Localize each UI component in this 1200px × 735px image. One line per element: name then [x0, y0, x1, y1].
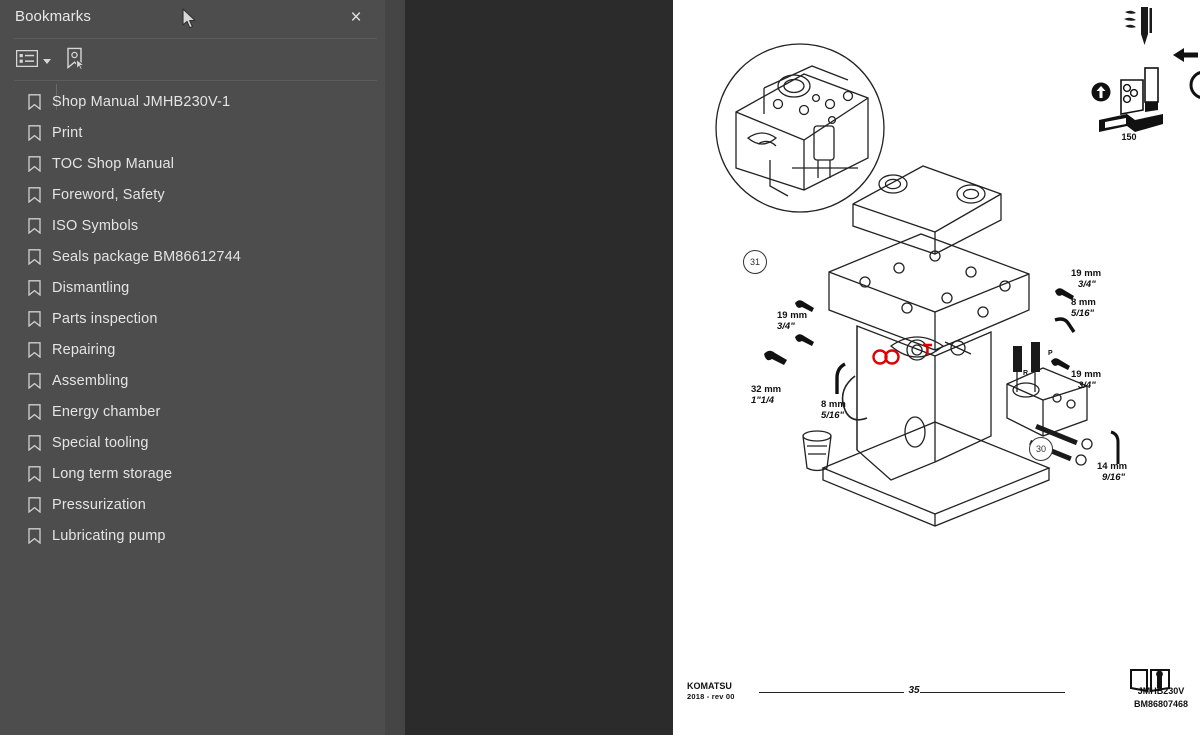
panel-title: Bookmarks	[15, 8, 91, 25]
bookmark-options-button[interactable]	[15, 48, 51, 74]
chevron-down-icon	[43, 58, 51, 64]
bookmark-ribbon-icon	[28, 372, 41, 389]
pdf-page: 150 P R 31 30 19 mm 3/4" 32 mm 1"1/4 8 m…	[673, 0, 1200, 735]
footer-brand: KOMATSU 2018 - rev 00	[687, 681, 735, 702]
bookmark-ribbon-icon	[28, 248, 41, 265]
callout-14mm: 14 mm 9/16"	[1097, 461, 1128, 483]
bookmark-item-label: Shop Manual JMHB230V-1	[52, 93, 231, 110]
bookmark-item-label: Repairing	[52, 341, 116, 358]
bookmark-list: Shop Manual JMHB230V-1 Print TOC Shop Manu…	[0, 86, 385, 551]
pictogram-value: 150	[1121, 132, 1137, 142]
bookmark-item[interactable]: Shop Manual JMHB230V-1	[0, 86, 385, 117]
bookmark-ribbon-icon	[28, 310, 41, 327]
balloon-marker: 30	[1029, 437, 1053, 461]
bookmarks-toolbar	[0, 40, 385, 110]
bookmarks-panel: Bookmarks × Shop Manual JMHB230V-1 Print…	[0, 0, 385, 735]
bookmark-ribbon-icon	[28, 465, 41, 482]
page-footer: KOMATSU 2018 - rev 00 35 JMHB230V BM8680…	[673, 669, 1200, 717]
swivel-symbol-icon	[1171, 42, 1200, 109]
callout-19mm-upper-right: 19 mm 3/4"	[1071, 268, 1102, 290]
new-bookmark-icon	[64, 47, 86, 76]
highlight-marker	[871, 348, 905, 371]
footer-rule-left	[759, 692, 904, 693]
bookmark-item-label: Long term storage	[52, 465, 173, 482]
footer-revision: 2018 - rev 00	[687, 692, 735, 702]
panel-splitter[interactable]	[385, 0, 784, 735]
bookmark-item[interactable]: Seals package BM86612744	[0, 241, 385, 272]
allen-key-icon	[831, 362, 853, 401]
bookmark-item[interactable]: TOC Shop Manual	[0, 148, 385, 179]
bookmark-ribbon-icon	[28, 279, 41, 296]
wrench-icon	[791, 332, 817, 359]
bookmark-item-label: Energy chamber	[52, 403, 161, 420]
bookmark-item-label: Pressurization	[52, 496, 146, 513]
bookmark-item-label: ISO Symbols	[52, 217, 139, 234]
bookmark-item[interactable]: Dismantling	[0, 272, 385, 303]
bookmark-item[interactable]: Foreword, Safety	[0, 179, 385, 210]
footer-rule-right	[920, 692, 1065, 693]
bookmark-item-label: Special tooling	[52, 434, 149, 451]
bookmark-ribbon-icon	[28, 93, 41, 110]
bookmark-ribbon-icon	[28, 155, 41, 172]
port-label-p: P	[1048, 350, 1053, 357]
bookmark-item[interactable]: Parts inspection	[0, 303, 385, 334]
document-viewer[interactable]: 150 P R 31 30 19 mm 3/4" 32 mm 1"1/4 8 m…	[405, 0, 1200, 735]
header-divider	[14, 38, 377, 39]
callout-32mm: 32 mm 1"1/4	[751, 384, 782, 406]
page-number: 35	[908, 685, 920, 696]
bookmark-ribbon-icon	[28, 186, 41, 203]
bookmark-item-label: Print	[52, 124, 83, 141]
chisel-icon	[1121, 4, 1161, 53]
bookmark-item[interactable]: Energy chamber	[0, 396, 385, 427]
bookmark-ribbon-icon	[28, 124, 41, 141]
callout-8mm-left: 8 mm 5/16"	[821, 399, 846, 421]
bookmark-item[interactable]: ISO Symbols	[0, 210, 385, 241]
bookmark-item[interactable]: Long term storage	[0, 458, 385, 489]
bookmark-ribbon-icon	[28, 341, 41, 358]
bookmark-item[interactable]: Assembling	[0, 365, 385, 396]
callout-19mm-left: 19 mm 3/4"	[777, 310, 808, 332]
bookmark-ribbon-icon	[28, 434, 41, 451]
balloon-marker: 31	[743, 250, 767, 274]
wrench-icon	[759, 348, 789, 377]
pdf-viewer-window: Bookmarks × Shop Manual JMHB230V-1 Print…	[0, 0, 1200, 735]
bookmark-item[interactable]: Special tooling	[0, 427, 385, 458]
port-label-r: R	[1023, 370, 1029, 377]
bookmark-item-label: TOC Shop Manual	[52, 155, 175, 172]
mouse-cursor	[182, 8, 198, 30]
bookmark-item-label: Assembling	[52, 372, 129, 389]
new-bookmark-button[interactable]	[64, 47, 86, 76]
wrench-icon	[1047, 356, 1073, 383]
bookmark-item-label: Parts inspection	[52, 310, 158, 327]
bookmark-item[interactable]: Repairing	[0, 334, 385, 365]
bookmark-ribbon-icon	[28, 217, 41, 234]
bookmark-ribbon-icon	[28, 496, 41, 513]
bookmark-item-label: Seals package BM86612744	[52, 248, 242, 265]
bookmark-item[interactable]: Lubricating pump	[0, 520, 385, 551]
close-icon[interactable]: ×	[343, 5, 369, 31]
bookmark-item-label: Dismantling	[52, 279, 130, 296]
bookmark-item-label: Foreword, Safety	[52, 186, 165, 203]
list-options-icon	[15, 49, 39, 72]
bookmark-item[interactable]: Print	[0, 117, 385, 148]
highlight-marker	[921, 342, 935, 363]
toolbar-divider	[14, 80, 377, 81]
bookmark-ribbon-icon	[28, 403, 41, 420]
bookmark-item-label: Lubricating pump	[52, 527, 166, 544]
footer-model-block: JMHB230V BM86807468	[1133, 686, 1188, 709]
bookmark-ribbon-icon	[28, 527, 41, 544]
callout-19mm-lower-right: 19 mm 3/4"	[1071, 369, 1102, 391]
callout-8mm-right: 8 mm 5/16"	[1071, 297, 1096, 319]
bookmark-item[interactable]: Pressurization	[0, 489, 385, 520]
